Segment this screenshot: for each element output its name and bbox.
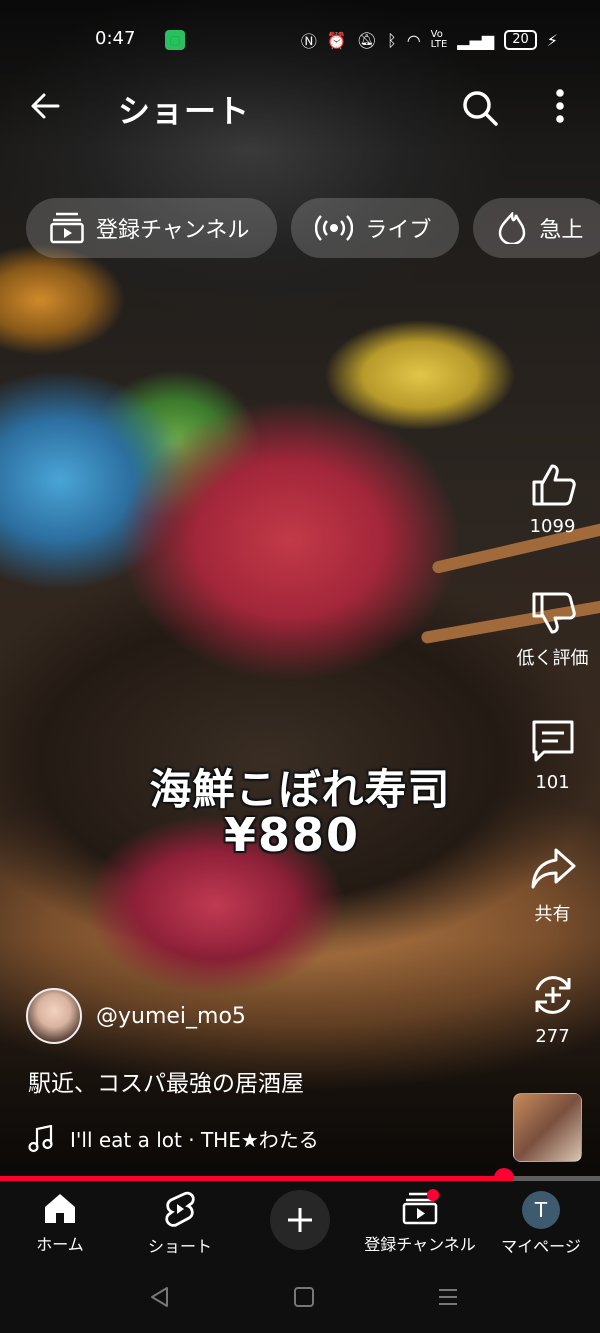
home-icon bbox=[45, 1194, 75, 1223]
charging-icon: ⚡︎ bbox=[546, 30, 558, 50]
channel-avatar[interactable] bbox=[26, 988, 82, 1044]
filter-chips: 登録チャンネル ライブ 急上 bbox=[26, 198, 600, 258]
remix-icon bbox=[535, 976, 570, 1014]
thumbs-down-icon bbox=[532, 592, 576, 634]
chip-label: 登録チャンネル bbox=[96, 218, 250, 243]
alarm-icon: ⏰ bbox=[326, 30, 347, 50]
system-recents-icon[interactable] bbox=[436, 1285, 460, 1309]
nav-subscriptions[interactable]: 登録チャンネル bbox=[360, 1191, 480, 1255]
nav-home-label: ホーム bbox=[36, 1235, 84, 1254]
channel-handle[interactable]: @yumei_mo5 bbox=[96, 1004, 246, 1029]
nfc-icon: Ⓝ bbox=[300, 32, 317, 51]
status-bar: 0:47 ▢ Ⓝ ⏰ 🔕︎ ᛒ ◠ Vo LTE ▂▄▆ 20 ⚡︎ bbox=[0, 24, 600, 60]
chip-label: 急上 bbox=[539, 218, 584, 243]
chip-label: ライブ bbox=[365, 218, 432, 243]
video-description[interactable]: 駅近、コスパ最強の居酒屋 bbox=[28, 1064, 304, 1098]
bluetooth-icon: ᛒ bbox=[387, 30, 397, 50]
more-options-icon[interactable] bbox=[545, 86, 575, 126]
comment-icon bbox=[532, 720, 573, 762]
app-notification-icon: ▢ bbox=[165, 30, 185, 50]
share-label: 共有 bbox=[534, 904, 571, 925]
share-icon bbox=[531, 848, 575, 889]
signal-icon: ▂▄▆ bbox=[457, 30, 495, 50]
nav-subscriptions-label: 登録チャンネル bbox=[364, 1235, 476, 1254]
video-caption-price: ¥880 bbox=[223, 808, 361, 862]
nav-shorts[interactable]: ショート bbox=[140, 1191, 220, 1257]
system-home-icon[interactable] bbox=[292, 1285, 316, 1309]
chip-trending[interactable]: 急上 bbox=[473, 198, 600, 258]
thumbs-up-icon bbox=[532, 464, 576, 506]
music-info[interactable]: I'll eat a lot · THE★わたる bbox=[28, 1124, 319, 1153]
nav-mypage[interactable]: T マイページ bbox=[498, 1191, 584, 1257]
status-time: 0:47 bbox=[95, 28, 136, 49]
chip-subscriptions[interactable]: 登録チャンネル bbox=[26, 198, 278, 258]
chip-live[interactable]: ライブ bbox=[291, 198, 460, 258]
music-title: I'll eat a lot · THE★わたる bbox=[70, 1128, 319, 1152]
system-navigation bbox=[0, 1271, 600, 1333]
search-icon[interactable] bbox=[460, 88, 500, 128]
like-button[interactable]: 1099 bbox=[515, 460, 590, 537]
music-note-icon bbox=[28, 1124, 53, 1152]
dislike-button[interactable]: 低く評価 bbox=[515, 588, 590, 670]
live-icon bbox=[315, 215, 354, 241]
remix-count: 277 bbox=[535, 1026, 570, 1047]
remix-button[interactable]: 277 bbox=[515, 970, 590, 1047]
nav-mypage-label: マイページ bbox=[501, 1237, 581, 1256]
bottom-navigation: ホーム ショート 登録チャンネル T マイページ bbox=[0, 1181, 600, 1271]
top-bar: ショート bbox=[0, 82, 600, 132]
sound-thumbnail[interactable] bbox=[513, 1093, 582, 1162]
channel-info[interactable]: @yumei_mo5 bbox=[26, 988, 246, 1044]
volte-icon: Vo LTE bbox=[430, 29, 448, 50]
system-back-icon[interactable] bbox=[148, 1285, 172, 1309]
create-button[interactable] bbox=[270, 1190, 330, 1250]
subscriptions-icon bbox=[50, 212, 84, 244]
battery-icon: 20 bbox=[504, 30, 537, 50]
back-arrow-icon[interactable] bbox=[28, 88, 64, 124]
nav-shorts-label: ショート bbox=[147, 1237, 212, 1256]
status-icons: Ⓝ ⏰ 🔕︎ ᛒ ◠ Vo LTE ▂▄▆ 20 ⚡︎ bbox=[301, 28, 558, 52]
comment-count: 101 bbox=[535, 772, 570, 793]
like-count: 1099 bbox=[529, 516, 576, 537]
page-title: ショート bbox=[118, 92, 251, 130]
mute-icon: 🔕︎ bbox=[356, 30, 378, 50]
share-button[interactable]: 共有 bbox=[515, 844, 590, 926]
nav-home[interactable]: ホーム bbox=[30, 1191, 90, 1255]
comment-button[interactable]: 101 bbox=[515, 716, 590, 793]
trending-icon bbox=[499, 212, 526, 244]
shorts-icon bbox=[165, 1191, 195, 1227]
dislike-label: 低く評価 bbox=[516, 648, 589, 669]
notification-dot bbox=[427, 1189, 439, 1201]
wifi-icon: ◠ bbox=[406, 30, 421, 50]
plus-icon bbox=[288, 1208, 312, 1232]
mypage-avatar: T bbox=[522, 1191, 560, 1229]
